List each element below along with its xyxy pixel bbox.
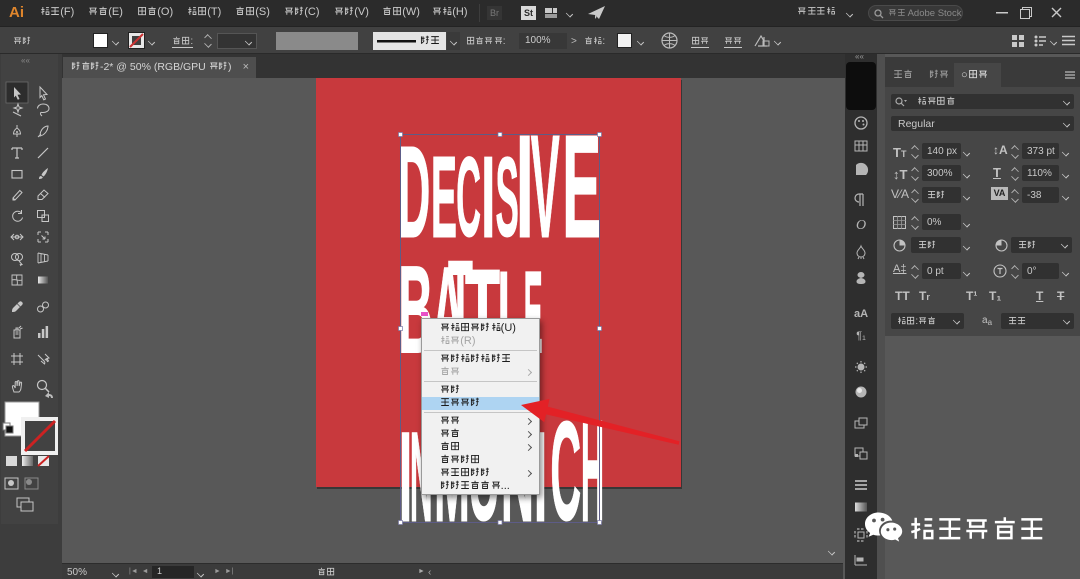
svg-text:C: C bbox=[550, 394, 581, 551]
svg-text:E: E bbox=[562, 104, 601, 268]
svg-text:aA: aA bbox=[854, 308, 868, 320]
svg-text:H: H bbox=[581, 391, 604, 553]
svg-text:O: O bbox=[856, 218, 866, 233]
svg-text:V: V bbox=[531, 104, 560, 268]
svg-text:¶₁: ¶₁ bbox=[856, 330, 866, 342]
